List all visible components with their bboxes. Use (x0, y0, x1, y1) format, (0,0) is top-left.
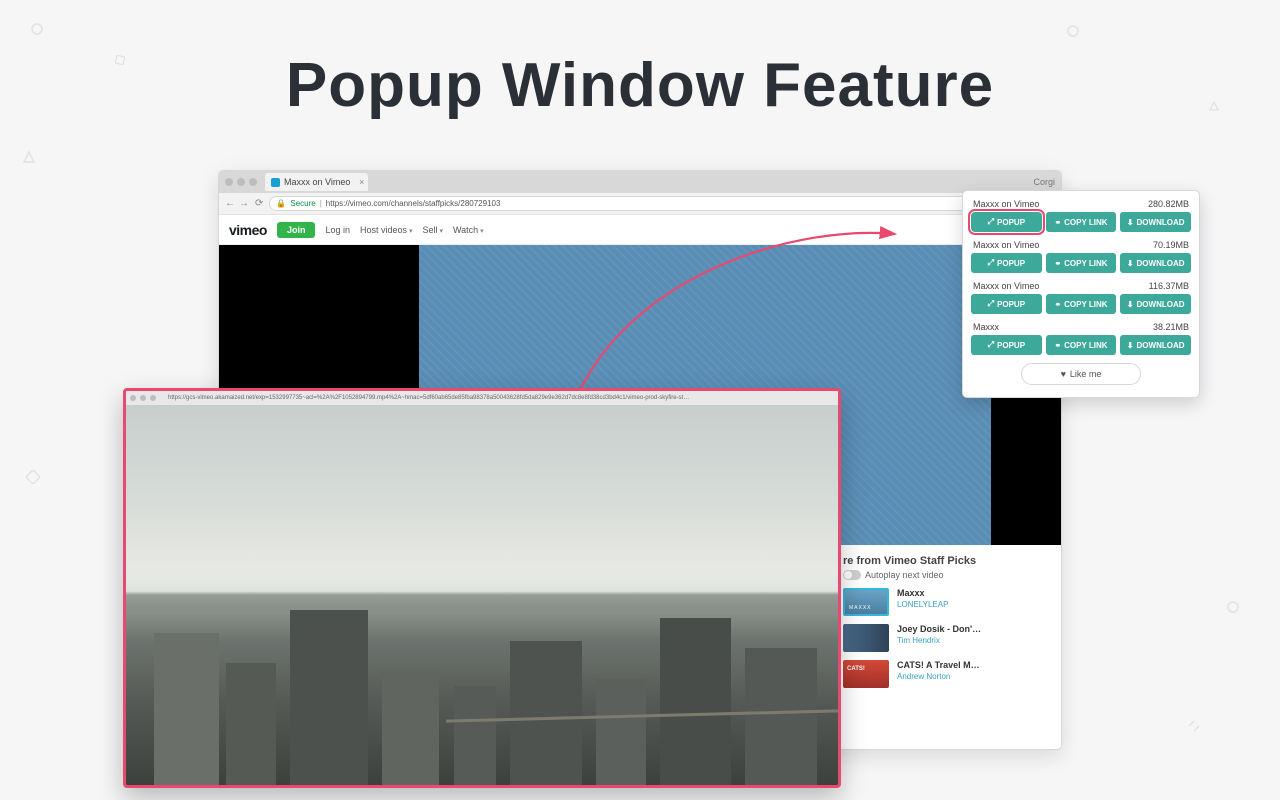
secure-label: Secure (290, 199, 315, 208)
dl-title: Maxxx on Vimeo (973, 199, 1039, 209)
rec-author: Andrew Norton (897, 672, 980, 681)
rec-title: CATS! A Travel M… (897, 660, 980, 670)
download-icon: ⬇ (1127, 259, 1134, 268)
rec-author: LONELYLEAP (897, 600, 948, 609)
dl-size: 280.82MB (1148, 199, 1189, 209)
dl-title: Maxxx on Vimeo (973, 240, 1039, 250)
login-link[interactable]: Log in (325, 225, 350, 235)
rec-thumb (843, 660, 889, 688)
rec-thumb (843, 588, 889, 616)
like-button[interactable]: ♥ Like me (1021, 363, 1141, 385)
popup-video-window: https://gcs-vimeo.akamaized.net/exp=1532… (123, 388, 841, 788)
watch-link[interactable]: Watch (453, 225, 484, 235)
popup-button[interactable]: ⤢POPUP (971, 212, 1042, 232)
page-title: Popup Window Feature (0, 50, 1280, 121)
vimeo-logo[interactable]: vimeo (229, 222, 267, 238)
rec-author: Tim Hendrix (897, 636, 981, 645)
open-external-icon: ⤢ (988, 340, 994, 350)
join-button[interactable]: Join (277, 222, 316, 238)
mac-window-controls[interactable] (130, 395, 156, 401)
dl-title: Maxxx on Vimeo (973, 281, 1039, 291)
sell-link[interactable]: Sell (423, 225, 443, 235)
lock-icon: 🔒 (276, 199, 286, 208)
recommendation-item[interactable]: Joey Dosik - Don'… Tim Hendrix (843, 624, 1047, 652)
link-icon: ⚭ (1054, 218, 1061, 227)
close-tab-icon[interactable]: × (359, 177, 364, 187)
url-text: https://vimeo.com/channels/staffpicks/28… (326, 199, 501, 208)
rec-thumb (843, 624, 889, 652)
address-bar: ← → ⟳ 🔒 Secure | https://vimeo.com/chann… (219, 193, 1061, 215)
autoplay-toggle[interactable] (843, 570, 861, 580)
popup-button[interactable]: ⤢POPUP (971, 253, 1042, 273)
download-item: Maxxx on Vimeo 280.82MB ⤢POPUP ⚭COPY LIN… (971, 199, 1191, 232)
popup-url: https://gcs-vimeo.akamaized.net/exp=1532… (168, 395, 689, 401)
forward-icon[interactable]: → (239, 198, 249, 209)
download-icon: ⬇ (1127, 300, 1134, 309)
profile-label[interactable]: Corgi (1033, 177, 1055, 187)
mac-window-controls[interactable] (225, 178, 257, 186)
open-external-icon: ⤢ (988, 258, 994, 268)
download-button[interactable]: ⬇DOWNLOAD (1120, 253, 1191, 273)
autoplay-label: Autoplay next video (865, 570, 944, 580)
popup-button[interactable]: ⤢POPUP (971, 294, 1042, 314)
url-field[interactable]: 🔒 Secure | https://vimeo.com/channels/st… (269, 196, 1021, 211)
back-icon[interactable]: ← (225, 198, 235, 209)
download-icon: ⬇ (1127, 218, 1134, 227)
tab-title: Maxxx on Vimeo (284, 177, 350, 187)
tabbar: Maxxx on Vimeo × Corgi (219, 171, 1061, 193)
dl-size: 116.37MB (1149, 281, 1189, 291)
copy-link-button[interactable]: ⚭COPY LINK (1046, 294, 1117, 314)
heart-icon: ♥ (1061, 369, 1066, 379)
download-button[interactable]: ⬇DOWNLOAD (1120, 294, 1191, 314)
browser-tab[interactable]: Maxxx on Vimeo × (265, 173, 368, 191)
more-from-label: re from Vimeo Staff Picks (843, 555, 1047, 567)
nav-arrows[interactable]: ← → (225, 198, 249, 209)
reload-icon[interactable]: ⟳ (255, 198, 263, 209)
dl-title: Maxxx (973, 322, 999, 332)
dl-size: 38.21MB (1153, 322, 1189, 332)
download-item: Maxxx 38.21MB ⤢POPUP ⚭COPY LINK ⬇DOWNLOAD (971, 322, 1191, 355)
host-videos-link[interactable]: Host videos (360, 225, 413, 235)
vimeo-navbar: vimeo Join Log in Host videos Sell Watch (219, 215, 1061, 245)
open-external-icon: ⤢ (988, 299, 994, 309)
recommendation-item[interactable]: Maxxx LONELYLEAP (843, 588, 1047, 616)
recommendation-item[interactable]: CATS! A Travel M… Andrew Norton (843, 660, 1047, 688)
download-item: Maxxx on Vimeo70.19MB ⤢POPUP ⚭COPY LINK … (971, 240, 1191, 273)
popup-titlebar: https://gcs-vimeo.akamaized.net/exp=1532… (126, 391, 838, 405)
rec-title: Joey Dosik - Don'… (897, 624, 981, 634)
favicon-icon (271, 178, 280, 187)
rec-title: Maxxx (897, 588, 948, 598)
copy-link-button[interactable]: ⚭COPY LINK (1046, 212, 1117, 232)
open-external-icon: ⤢ (988, 217, 994, 227)
download-button[interactable]: ⬇DOWNLOAD (1120, 335, 1191, 355)
copy-link-button[interactable]: ⚭COPY LINK (1046, 253, 1117, 273)
download-icon: ⬇ (1127, 341, 1134, 350)
popup-video-content[interactable] (126, 405, 838, 785)
link-icon: ⚭ (1054, 341, 1061, 350)
download-button[interactable]: ⬇DOWNLOAD (1120, 212, 1191, 232)
popup-button[interactable]: ⤢POPUP (971, 335, 1042, 355)
autoplay-row[interactable]: Autoplay next video (843, 570, 1047, 580)
copy-link-button[interactable]: ⚭COPY LINK (1046, 335, 1117, 355)
recommendations-section: re from Vimeo Staff Picks Autoplay next … (829, 545, 1061, 706)
download-item: Maxxx on Vimeo 116.37MB ⤢POPUP ⚭COPY LINK… (971, 281, 1191, 314)
link-icon: ⚭ (1054, 259, 1061, 268)
dl-size: 70.19MB (1153, 240, 1189, 250)
link-icon: ⚭ (1054, 300, 1061, 309)
extension-popup: Maxxx on Vimeo 280.82MB ⤢POPUP ⚭COPY LIN… (962, 190, 1200, 398)
